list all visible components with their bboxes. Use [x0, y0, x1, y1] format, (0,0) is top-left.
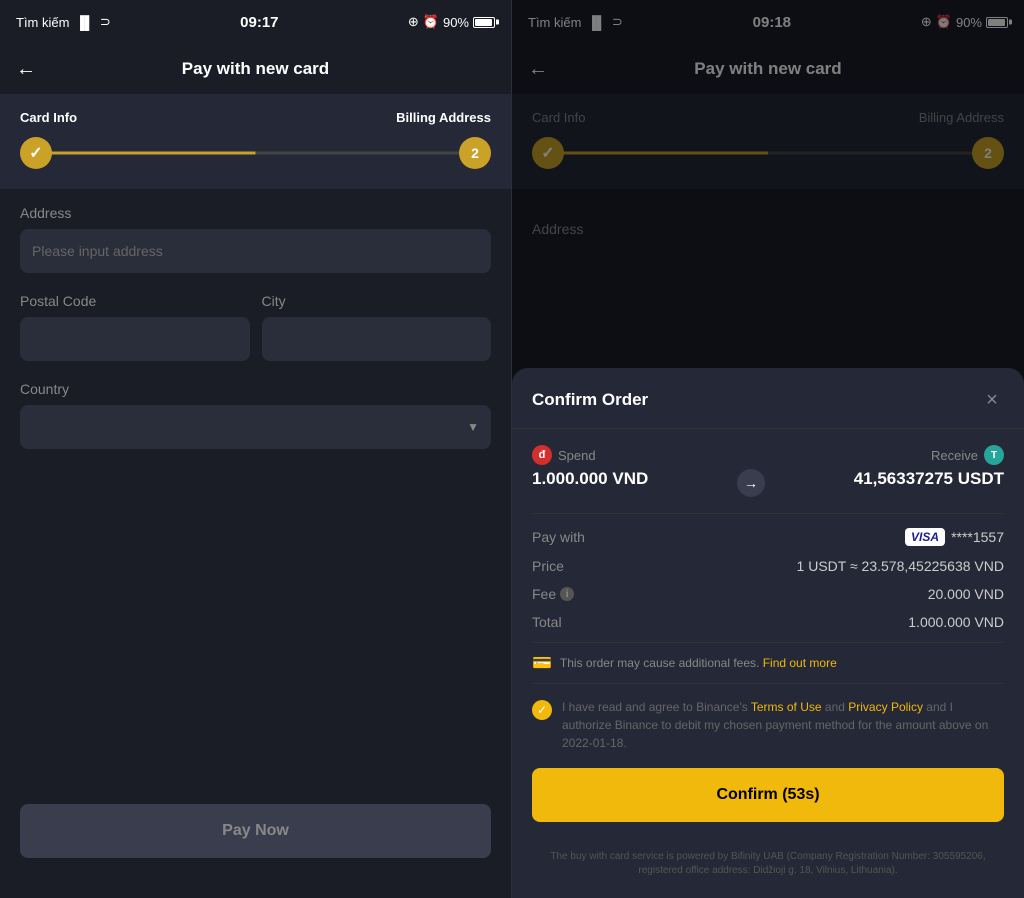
- left-status-right: ⊕ ⏰ 90%: [408, 14, 495, 30]
- card-last4: ****1557: [951, 529, 1004, 545]
- spend-receive-row: đ Spend 1.000.000 VND → Receive T 41,563…: [532, 445, 1004, 497]
- left-signal-icon: ▐▌: [75, 15, 93, 30]
- pay-with-label: Pay with: [532, 529, 585, 545]
- left-battery-icon: [473, 17, 495, 28]
- left-progress-line: [36, 152, 475, 155]
- left-panel: Tìm kiếm ▐▌ ⊃ 09:17 ⊕ ⏰ 90% ← Pay with n…: [0, 0, 512, 898]
- left-form: Address Postal Code City Country ▼: [0, 205, 511, 804]
- left-alarm-icon: ⏰: [423, 14, 439, 30]
- receive-section: Receive T 41,56337275 USDT: [854, 445, 1004, 489]
- terms-checkbox[interactable]: ✓: [532, 700, 552, 720]
- terms-text: I have read and agree to Binance's Terms…: [562, 698, 1004, 752]
- left-progress-labels: Card Info Billing Address: [20, 110, 491, 125]
- fee-label-text: Fee: [532, 586, 556, 602]
- left-wifi-icon: ⊃: [100, 14, 111, 30]
- total-row: Total 1.000.000 VND: [532, 614, 1004, 630]
- spend-section: đ Spend 1.000.000 VND: [532, 445, 648, 489]
- left-progress-bar: ✓ 2: [20, 137, 491, 169]
- price-value: 1 USDT ≈ 23.578,45225638 VND: [797, 558, 1004, 574]
- left-search-label: Tìm kiếm: [16, 15, 69, 30]
- left-screen-icon: ⊕: [408, 14, 419, 30]
- left-postal-label: Postal Code: [20, 293, 250, 309]
- receive-label: Receive: [931, 448, 978, 463]
- left-pay-now-button[interactable]: Pay Now: [20, 804, 491, 858]
- left-step1-label: Card Info: [20, 110, 77, 125]
- terms-row: ✓ I have read and agree to Binance's Ter…: [532, 698, 1004, 752]
- fee-notice-card-icon: 💳: [532, 653, 552, 673]
- powered-by-text: The buy with card service is powered by …: [512, 850, 1024, 878]
- confirm-button[interactable]: Confirm (53s): [532, 768, 1004, 822]
- spend-label: Spend: [558, 448, 596, 463]
- fee-value: 20.000 VND: [928, 586, 1004, 602]
- left-address-label: Address: [20, 205, 491, 221]
- left-header-title: Pay with new card: [182, 59, 329, 79]
- left-step1-circle: ✓: [20, 137, 52, 169]
- left-status-left: Tìm kiếm ▐▌ ⊃: [16, 14, 111, 30]
- pay-with-row: Pay with VISA ****1557: [532, 528, 1004, 546]
- left-country-select[interactable]: [20, 405, 491, 449]
- receive-currency-icon: T: [984, 445, 1004, 465]
- fee-notice-main: This order may cause additional fees.: [560, 656, 759, 670]
- modal-header: Confirm Order ×: [512, 368, 1024, 429]
- info-icon[interactable]: i: [560, 587, 574, 601]
- left-city-label: City: [262, 293, 492, 309]
- left-postal-input[interactable]: [20, 317, 250, 361]
- left-city-input[interactable]: [262, 317, 492, 361]
- left-time: 09:17: [240, 14, 278, 31]
- left-progress-section: Card Info Billing Address ✓ 2: [0, 94, 511, 189]
- left-header: ← Pay with new card: [0, 44, 511, 94]
- privacy-policy-link[interactable]: Privacy Policy: [848, 700, 923, 714]
- fee-notice-text: This order may cause additional fees. Fi…: [560, 656, 837, 670]
- modal-close-button[interactable]: ×: [980, 388, 1004, 412]
- left-country-label: Country: [20, 381, 491, 397]
- modal-body: đ Spend 1.000.000 VND → Receive T 41,563…: [512, 429, 1024, 850]
- confirm-order-modal: Confirm Order × đ Spend 1.000.000 VND → …: [512, 368, 1024, 898]
- arrow-icon: →: [737, 469, 765, 497]
- find-out-more-link[interactable]: Find out more: [763, 656, 837, 670]
- left-country-wrapper: ▼: [20, 405, 491, 449]
- right-panel: Tìm kiếm ▐▌ ⊃ 09:18 ⊕ ⏰ 90% ← Pay with n…: [512, 0, 1024, 898]
- left-battery-text: 90%: [443, 15, 469, 30]
- price-row: Price 1 USDT ≈ 23.578,45225638 VND: [532, 558, 1004, 574]
- fee-row: Fee i 20.000 VND: [532, 586, 1004, 602]
- modal-title: Confirm Order: [532, 390, 648, 410]
- left-postal-group: Postal Code: [20, 293, 250, 361]
- left-back-button[interactable]: ←: [16, 58, 36, 81]
- pay-with-value: VISA ****1557: [905, 528, 1004, 546]
- spend-amount: 1.000.000 VND: [532, 469, 648, 489]
- total-label: Total: [532, 614, 562, 630]
- total-value: 1.000.000 VND: [908, 614, 1004, 630]
- fee-label: Fee i: [532, 586, 574, 602]
- left-step2-circle: 2: [459, 137, 491, 169]
- left-status-bar: Tìm kiếm ▐▌ ⊃ 09:17 ⊕ ⏰ 90%: [0, 0, 511, 44]
- left-battery-fill: [475, 19, 492, 26]
- left-step1-check: ✓: [29, 143, 42, 163]
- left-city-group: City: [262, 293, 492, 361]
- receive-amount: 41,56337275 USDT: [854, 469, 1004, 489]
- left-step2-num: 2: [471, 145, 479, 161]
- terms-of-use-link[interactable]: Terms of Use: [751, 700, 822, 714]
- price-label: Price: [532, 558, 564, 574]
- left-address-input[interactable]: [20, 229, 491, 273]
- divider1: [532, 513, 1004, 514]
- visa-logo: VISA: [905, 528, 945, 546]
- left-step2-label: Billing Address: [396, 110, 491, 125]
- terms-text2: and: [825, 700, 848, 714]
- receive-header: Receive T: [931, 445, 1004, 465]
- left-postal-city-row: Postal Code City: [20, 293, 491, 361]
- checkbox-check-icon: ✓: [537, 703, 547, 717]
- fee-notice: 💳 This order may cause additional fees. …: [532, 642, 1004, 684]
- spend-header: đ Spend: [532, 445, 648, 465]
- spend-currency-icon: đ: [532, 445, 552, 465]
- terms-text1: I have read and agree to Binance's: [562, 700, 751, 714]
